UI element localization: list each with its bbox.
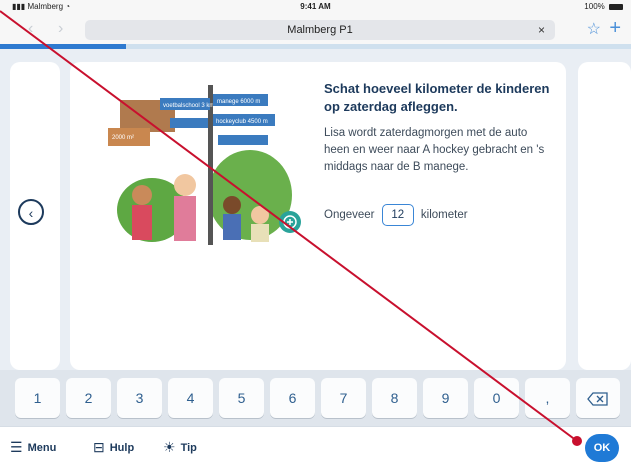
forward-arrow-icon[interactable]: › [58,20,63,38]
close-icon[interactable]: × [538,20,545,40]
page-title: Malmberg P1 [287,24,353,36]
sign-1: voetbalschool 3 km [160,98,214,110]
key-9[interactable]: 9 [423,378,468,418]
previous-exercise-button[interactable]: ‹ [18,199,44,225]
battery-indicator: 100% [584,2,623,11]
exercise-title: Schat hoeveel kilometer de kinderen op z… [324,81,550,114]
price-sign: 2000 m² [108,128,150,146]
menu-button[interactable]: ☰ Menu [10,439,56,456]
answer-suffix: kilometer [420,209,468,221]
exercise-illustration: voetbalschool 3 km manege 6000 m hockeyc… [108,85,301,245]
exercise-description: Lisa wordt zaterdagmorgen met de auto he… [324,127,545,173]
key-1[interactable]: 1 [15,378,60,418]
answer-row: Ongeveer 12 kilometer [324,204,468,226]
backspace-key[interactable] [576,378,620,418]
svg-text:hockeyclub 4500 m: hockeyclub 4500 m [216,119,268,125]
key-3[interactable]: 3 [117,378,162,418]
browser-toolbar: ‹ › Malmberg P1 × ☆ + [0,14,631,45]
battery-icon [609,3,623,10]
key-5[interactable]: 5 [219,378,264,418]
progress-fill [0,44,127,49]
tree-shape [208,150,292,240]
sign-3: hockeyclub 4500 m [213,114,275,126]
status-time: 9:41 AM [300,2,331,11]
answer-input[interactable]: 12 [381,204,414,226]
key-8[interactable]: 8 [372,378,417,418]
ok-button[interactable]: OK [585,434,619,462]
plus-icon[interactable]: + [609,17,621,40]
toolbox-icon: ⊟ [93,439,105,455]
numeric-keypad: 1 2 3 4 5 6 7 8 9 0 , [0,370,631,426]
key-2[interactable]: 2 [66,378,111,418]
key-4[interactable]: 4 [168,378,213,418]
address-bar[interactable]: Malmberg P1 × [85,20,555,40]
help-button[interactable]: ⊟ Hulp [93,439,134,456]
lightbulb-icon: ☀ [163,439,176,455]
svg-text:voetbalschool 3 km: voetbalschool 3 km [163,103,214,109]
svg-text:manege 6000 m: manege 6000 m [217,99,260,105]
chevron-left-icon: ‹ [28,205,34,221]
zoom-plus-icon[interactable] [279,211,301,233]
sign-4 [170,118,208,128]
next-card [578,62,631,370]
hamburger-icon: ☰ [10,439,23,455]
tip-button[interactable]: ☀ Tip [163,439,197,456]
answer-prefix: Ongeveer [324,209,375,221]
bottom-toolbar: ☰ Menu ⊟ Hulp ☀ Tip [0,426,631,471]
progress-bar [0,44,631,49]
key-7[interactable]: 7 [321,378,366,418]
key-6[interactable]: 6 [270,378,315,418]
status-bar: ▮▮▮ Malmberg ◔ 9:41 AM 100% [0,0,631,14]
sign-5 [218,135,268,145]
sign-2: manege 6000 m [213,94,268,106]
star-icon[interactable]: ☆ [587,19,601,39]
key-comma[interactable]: , [525,378,570,418]
back-arrow-icon[interactable]: ‹ [28,20,33,38]
svg-text:2000 m²: 2000 m² [112,135,134,141]
key-0[interactable]: 0 [474,378,519,418]
backspace-icon [587,392,608,406]
